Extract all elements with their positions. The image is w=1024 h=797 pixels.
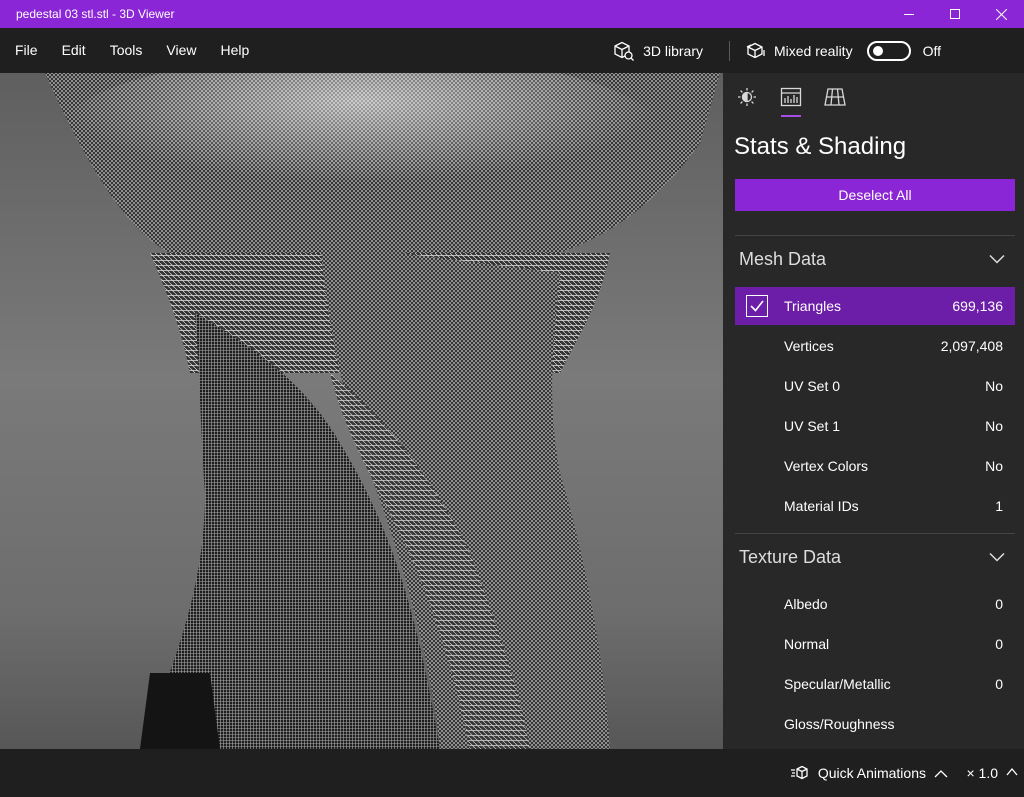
mesh-row-uv-set-0[interactable]: UV Set 0 No — [735, 367, 1015, 405]
texture-row-gloss-roughness[interactable]: Gloss/Roughness — [735, 705, 1015, 743]
quick-animations-button[interactable]: Quick Animations — [790, 749, 948, 797]
mixed-reality-state: Off — [922, 42, 941, 59]
tab-grid[interactable] — [821, 77, 849, 117]
row-value: No — [985, 378, 1003, 394]
checkmark-icon — [750, 300, 764, 312]
menu-view[interactable]: View — [154, 28, 208, 73]
mesh-row-vertex-colors[interactable]: Vertex Colors No — [735, 447, 1015, 485]
panel-title: Stats & Shading — [734, 133, 907, 160]
row-label: Vertices — [784, 338, 834, 354]
toolbar-separator — [728, 40, 730, 61]
mesh-data-title: Mesh Data — [739, 248, 827, 269]
tab-lighting[interactable] — [733, 77, 761, 117]
lighting-icon — [738, 88, 756, 106]
maximize-button[interactable] — [932, 0, 978, 28]
mesh-row-uv-set-1[interactable]: UV Set 1 No — [735, 407, 1015, 445]
animation-icon — [790, 765, 808, 780]
row-label: Albedo — [784, 596, 828, 612]
texture-row-albedo[interactable]: Albedo 0 — [735, 585, 1015, 623]
3d-library-button[interactable]: 3D library — [613, 41, 729, 61]
grid-icon — [824, 88, 846, 106]
row-label: Triangles — [784, 298, 842, 314]
row-label: Specular/Metallic — [784, 676, 891, 692]
chevron-up-icon — [934, 769, 948, 777]
chevron-down-icon — [989, 552, 1005, 562]
row-value: 699,136 — [952, 298, 1003, 314]
menu-file[interactable]: File — [0, 28, 50, 73]
stats-icon — [780, 87, 802, 107]
3d-library-icon — [614, 41, 635, 61]
triangles-checkbox[interactable] — [746, 295, 768, 317]
mixed-reality-toggle[interactable] — [866, 40, 911, 61]
mesh-row-vertices[interactable]: Vertices 2,097,408 — [735, 327, 1015, 365]
panel-tabs — [723, 73, 1024, 121]
mesh-row-triangles[interactable]: Triangles 699,136 — [735, 287, 1015, 325]
close-button[interactable] — [978, 0, 1024, 28]
chevron-down-icon — [989, 254, 1005, 264]
menu-bar: File Edit Tools View Help 3D library Mix… — [0, 28, 1024, 73]
row-label: Normal — [784, 636, 830, 652]
row-value: 0 — [995, 596, 1003, 612]
speed-label: × 1.0 — [966, 765, 998, 781]
close-icon — [995, 8, 1007, 20]
menu-tools[interactable]: Tools — [98, 28, 155, 73]
menu-edit[interactable]: Edit — [50, 28, 98, 73]
row-label: UV Set 1 — [784, 418, 841, 434]
row-value: 1 — [995, 498, 1003, 514]
row-value: 2,097,408 — [940, 338, 1003, 354]
texture-row-normal[interactable]: Normal 0 — [735, 625, 1015, 663]
texture-data-header[interactable]: Texture Data — [735, 534, 1015, 580]
3d-library-label: 3D library — [643, 42, 703, 59]
mixed-reality-group: Mixed reality — [746, 40, 911, 61]
wireframe-model — [45, 73, 720, 749]
3d-viewport[interactable] — [0, 73, 723, 749]
texture-data-title: Texture Data — [739, 546, 842, 567]
minimize-icon — [904, 14, 914, 15]
toggle-knob — [872, 45, 883, 56]
row-label: Vertex Colors — [784, 458, 869, 474]
row-value: No — [985, 418, 1003, 434]
deselect-all-button[interactable]: Deselect All — [735, 179, 1015, 211]
row-label: Gloss/Roughness — [784, 716, 895, 732]
row-value: 0 — [995, 636, 1003, 652]
bottom-bar: Quick Animations × 1.0 — [0, 749, 1024, 797]
menu-help[interactable]: Help — [208, 28, 261, 73]
row-value: No — [985, 458, 1003, 474]
tab-stats-shading[interactable] — [777, 77, 805, 117]
window-title: pedestal 03 stl.stl - 3D Viewer — [16, 7, 175, 21]
title-bar: pedestal 03 stl.stl - 3D Viewer — [0, 0, 1024, 28]
row-label: UV Set 0 — [784, 378, 841, 394]
mesh-data-header[interactable]: Mesh Data — [735, 236, 1015, 282]
side-panel: Stats & Shading Deselect All Mesh Data T… — [723, 73, 1024, 749]
row-label: Material IDs — [784, 498, 859, 514]
minimize-button[interactable] — [886, 0, 932, 28]
texture-row-specular-metallic[interactable]: Specular/Metallic 0 — [735, 665, 1015, 703]
mixed-reality-icon — [746, 42, 765, 58]
row-value: 0 — [995, 676, 1003, 692]
chevron-up-icon[interactable] — [1006, 767, 1018, 777]
animation-speed[interactable]: × 1.0 — [966, 749, 998, 797]
maximize-icon — [950, 9, 960, 19]
mesh-row-material-ids[interactable]: Material IDs 1 — [735, 487, 1015, 525]
mixed-reality-label: Mixed reality — [773, 42, 853, 59]
quick-animations-label: Quick Animations — [817, 765, 926, 781]
